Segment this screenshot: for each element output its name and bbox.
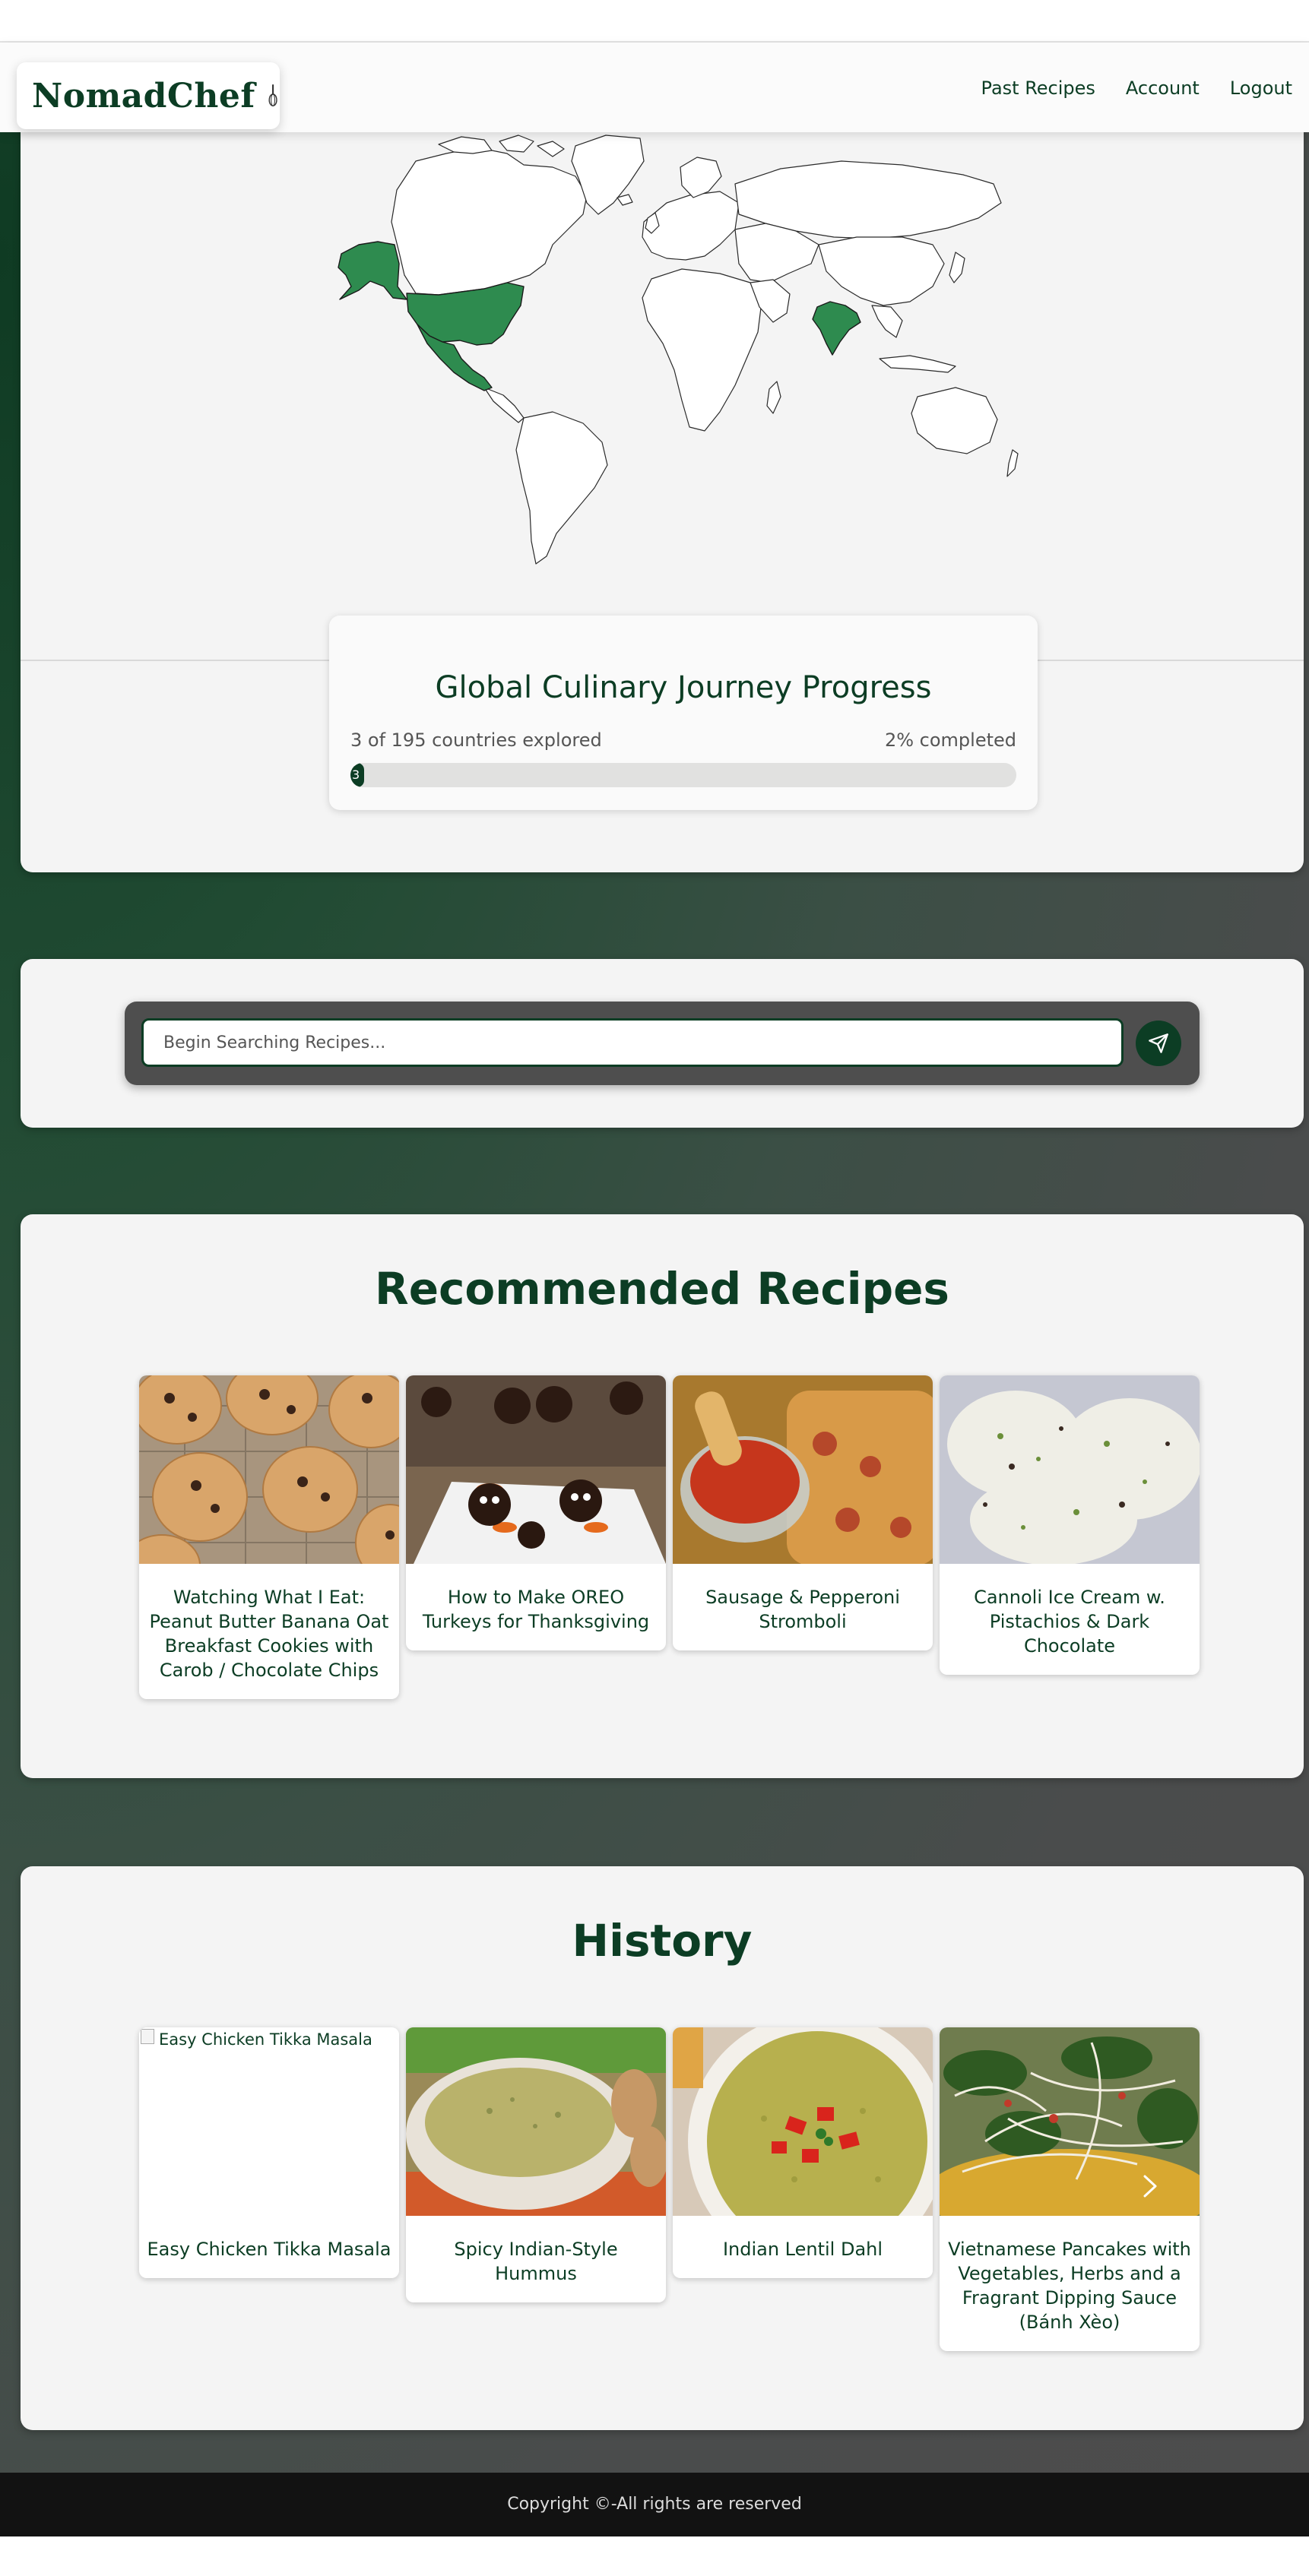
map-central-america bbox=[483, 387, 525, 423]
history-title: History bbox=[572, 1915, 753, 1967]
map-iceland bbox=[616, 194, 633, 206]
recipe-image bbox=[673, 1375, 933, 1564]
nav-logout[interactable]: Logout bbox=[1230, 78, 1292, 99]
search-section bbox=[21, 959, 1304, 1128]
recipe-image bbox=[940, 2027, 1200, 2216]
world-map bbox=[338, 134, 1019, 565]
browser-top-strip bbox=[0, 0, 1309, 43]
history-card[interactable]: Indian Lentil Dahl bbox=[673, 2027, 933, 2278]
recipe-card[interactable]: Watching What I Eat: Peanut Butter Banan… bbox=[139, 1375, 399, 1699]
recipe-title: Spicy Indian-Style Hummus bbox=[454, 2239, 618, 2284]
recipe-title: Cannoli Ice Cream w. Pistachios & Dark C… bbox=[974, 1587, 1165, 1657]
page-bottom-strip bbox=[0, 2536, 1309, 2576]
history-section: History Easy Chicken Tikka Masala Easy C… bbox=[21, 1866, 1304, 2430]
map-indonesia bbox=[879, 355, 956, 373]
progress-bar-fill: 3 bbox=[350, 763, 364, 787]
progress-title: Global Culinary Journey Progress bbox=[435, 670, 932, 705]
recipe-title: Indian Lentil Dahl bbox=[722, 2239, 883, 2260]
recipe-image bbox=[406, 1375, 666, 1564]
map-south-america bbox=[515, 411, 608, 565]
journey-progress-card: Global Culinary Journey Progress 3 of 19… bbox=[329, 616, 1038, 810]
recipe-image bbox=[940, 1375, 1200, 1564]
map-canada bbox=[391, 147, 588, 296]
recipe-title: Watching What I Eat: Peanut Butter Banan… bbox=[149, 1587, 389, 1681]
recipe-title: Sausage & Pepperoni Stromboli bbox=[705, 1587, 900, 1632]
map-madagascar bbox=[766, 381, 781, 414]
broken-image-icon bbox=[141, 2029, 154, 2044]
search-submit-button[interactable] bbox=[1136, 1021, 1181, 1066]
recipe-card[interactable]: How to Make OREO Turkeys for Thanksgivin… bbox=[406, 1375, 666, 1650]
recipe-card[interactable]: Sausage & Pepperoni Stromboli bbox=[673, 1375, 933, 1650]
brand-name: NomadChef bbox=[32, 76, 255, 116]
journey-section: Global Culinary Journey Progress 3 of 19… bbox=[21, 114, 1304, 872]
recipe-card[interactable]: Cannoli Ice Cream w. Pistachios & Dark C… bbox=[940, 1375, 1200, 1675]
navbar: NomadChef Past Recipes Account Logout bbox=[0, 43, 1309, 132]
history-card[interactable]: Spicy Indian-Style Hummus bbox=[406, 2027, 666, 2302]
chevron-right-icon[interactable] bbox=[1142, 2173, 1158, 2206]
recipe-image bbox=[139, 1375, 399, 1564]
map-australia bbox=[911, 387, 998, 454]
map-japan bbox=[949, 252, 965, 283]
recipe-title: How to Make OREO Turkeys for Thanksgivin… bbox=[422, 1587, 650, 1632]
recipe-title: Easy Chicken Tikka Masala bbox=[147, 2239, 391, 2260]
copyright-text: Copyright ©-All rights are reserved bbox=[507, 2495, 802, 2514]
brand-logo[interactable]: NomadChef bbox=[17, 62, 280, 129]
map-southeast-asia bbox=[871, 305, 903, 338]
recipe-title: Vietnamese Pancakes with Vegetables, Her… bbox=[948, 2239, 1191, 2333]
progress-bar: 3 bbox=[350, 763, 1016, 787]
recommended-section: Recommended Recipes Watching What I Eat:… bbox=[21, 1214, 1304, 1778]
nav-past-recipes[interactable]: Past Recipes bbox=[981, 78, 1095, 99]
history-card[interactable]: Easy Chicken Tikka Masala Easy Chicken T… bbox=[139, 2027, 399, 2278]
nav-links: Past Recipes Account Logout bbox=[981, 78, 1292, 99]
history-card[interactable]: Vietnamese Pancakes with Vegetables, Her… bbox=[940, 2027, 1200, 2351]
map-new-zealand bbox=[1006, 449, 1019, 477]
image-alt-text: Easy Chicken Tikka Masala bbox=[159, 2030, 372, 2049]
map-india bbox=[812, 301, 861, 356]
map-scandinavia bbox=[680, 157, 722, 198]
recommended-title: Recommended Recipes bbox=[375, 1263, 949, 1315]
footer: Copyright ©-All rights are reserved bbox=[0, 2473, 1309, 2536]
search-bar bbox=[125, 1002, 1200, 1085]
map-east-asia bbox=[818, 236, 945, 306]
recipe-image bbox=[406, 2027, 666, 2216]
search-input[interactable] bbox=[141, 1018, 1124, 1067]
whisk-icon bbox=[268, 84, 277, 106]
map-africa bbox=[642, 268, 762, 432]
send-icon bbox=[1149, 1033, 1168, 1053]
recipe-image bbox=[673, 2027, 933, 2216]
map-alaska bbox=[338, 241, 407, 300]
recipe-image-broken: Easy Chicken Tikka Masala bbox=[139, 2027, 399, 2216]
nav-account[interactable]: Account bbox=[1126, 78, 1200, 99]
countries-explored-text: 3 of 195 countries explored bbox=[350, 729, 602, 751]
percent-completed-text: 2% completed bbox=[884, 729, 1016, 751]
